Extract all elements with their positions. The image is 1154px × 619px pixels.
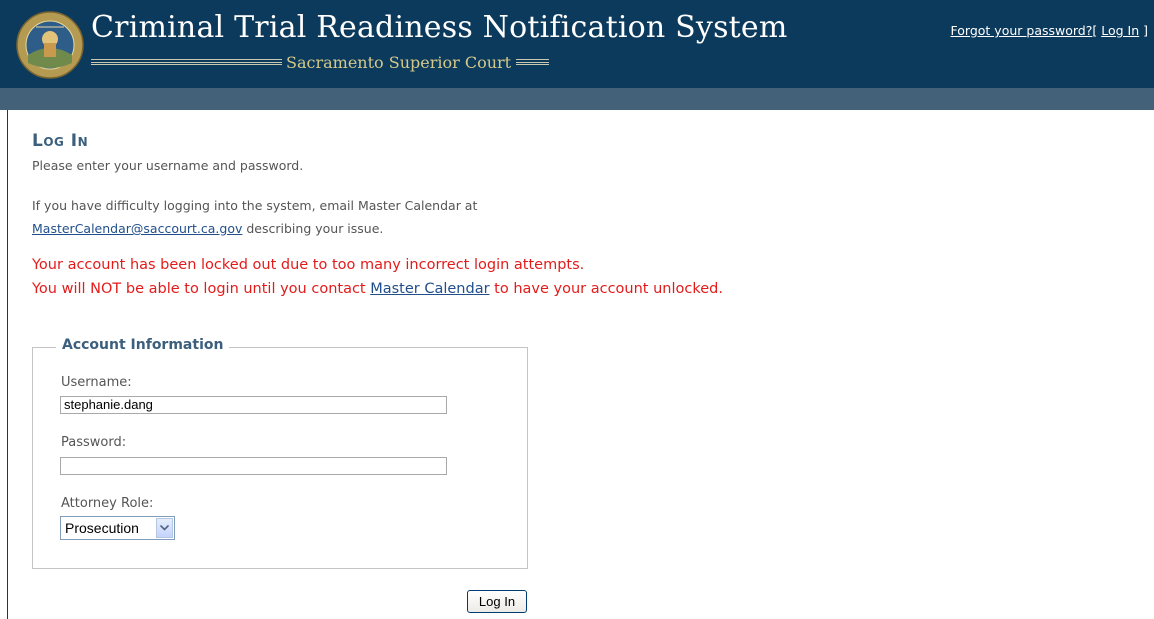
role-label: Attorney Role: (61, 496, 154, 511)
bracket-close: ] (1139, 23, 1148, 38)
decorative-rule-left (91, 59, 282, 65)
username-label: Username: (61, 375, 132, 390)
page-title: Log In (32, 131, 89, 151)
header-login-link[interactable]: Log In (1101, 23, 1139, 38)
role-selected-value: Prosecution (65, 520, 139, 536)
site-title: Criminal Trial Readiness Notification Sy… (91, 10, 788, 45)
username-input[interactable]: stephanie.dang (60, 396, 447, 414)
error-suffix: to have your account unlocked. (489, 281, 723, 297)
difficulty-line: MasterCalendar@saccourt.ca.gov describin… (32, 221, 383, 236)
left-border-rule (7, 110, 8, 619)
instructions-text: Please enter your username and password. (32, 158, 304, 173)
site-header: Criminal Trial Readiness Notification Sy… (0, 0, 1154, 88)
dropdown-button[interactable] (156, 518, 173, 538)
login-button[interactable]: Log In (467, 590, 527, 613)
header-links: Forgot your password?[ Log In ] (951, 23, 1148, 38)
password-input[interactable] (60, 457, 447, 475)
subtitle-row: Sacramento Superior Court (91, 51, 550, 73)
header-subbar (0, 88, 1154, 110)
chevron-down-icon (160, 525, 169, 531)
master-calendar-link[interactable]: Master Calendar (370, 281, 489, 297)
password-label: Password: (61, 435, 127, 450)
page: Criminal Trial Readiness Notification Sy… (0, 0, 1154, 619)
attorney-role-select[interactable]: Prosecution (60, 516, 175, 540)
difficulty-text: If you have difficulty logging into the … (32, 198, 478, 213)
email-link[interactable]: MasterCalendar@saccourt.ca.gov (32, 221, 242, 236)
error-prefix: You will NOT be able to login until you … (32, 281, 371, 297)
difficulty-suffix: describing your issue. (242, 221, 384, 236)
forgot-password-link[interactable]: Forgot your password? (951, 23, 1093, 38)
lockout-error-line2: You will NOT be able to login until you … (32, 281, 723, 297)
decorative-rule-right (516, 59, 550, 65)
bracket-open: [ (1092, 23, 1102, 38)
lockout-error-line1: Your account has been locked out due to … (32, 257, 585, 273)
site-subtitle: Sacramento Superior Court (286, 52, 512, 72)
fieldset-legend: Account Information (56, 337, 230, 353)
court-seal-icon (16, 11, 84, 79)
